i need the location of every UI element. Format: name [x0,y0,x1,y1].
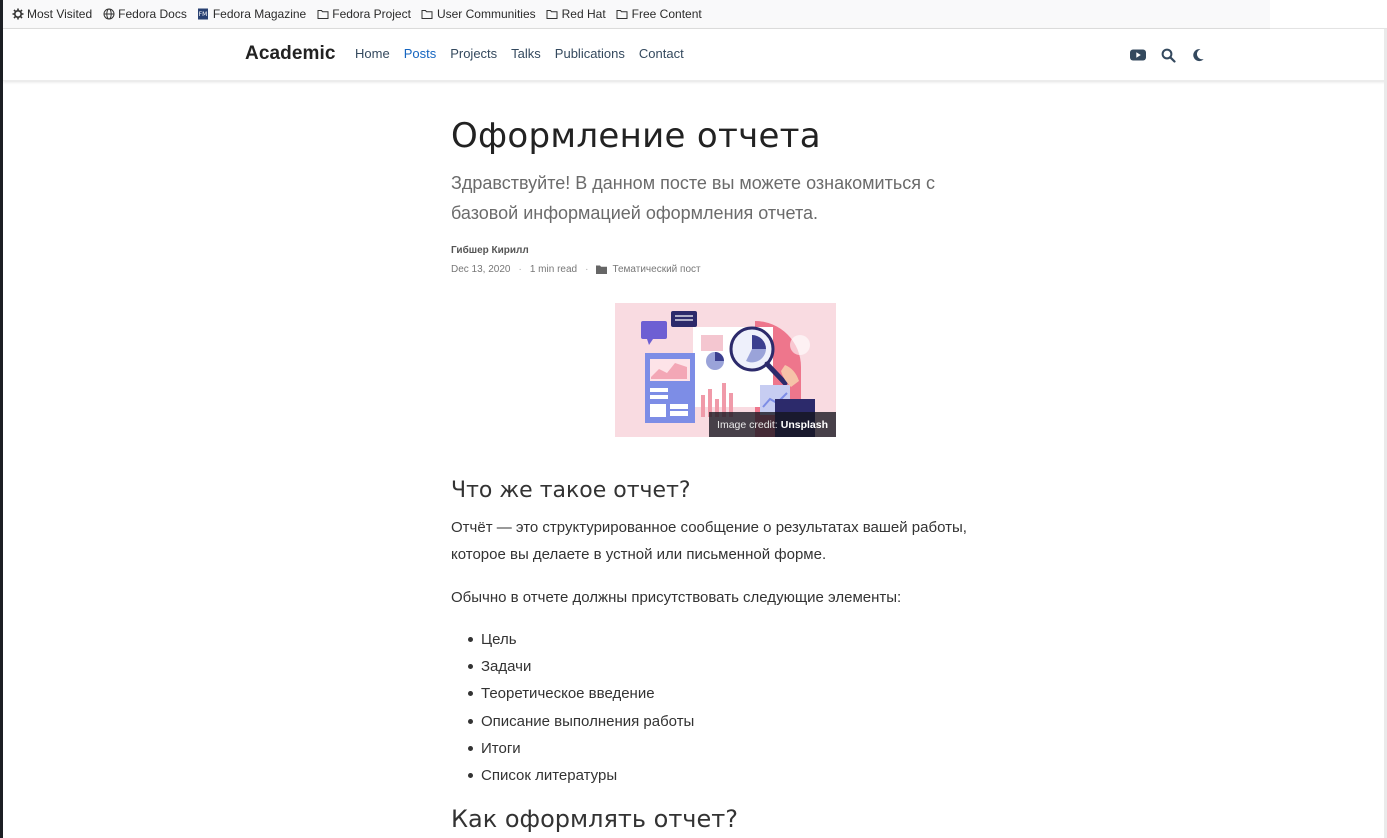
bookmark-folder-red-hat[interactable]: Red Hat [546,7,606,21]
bookmarks-toolbar: Most Visited Fedora Docs FM Fedora Magaz… [3,0,1270,29]
list-item: Задачи [466,653,694,680]
bookmark-most-visited[interactable]: Most Visited [11,7,92,21]
gear-icon [11,8,24,21]
article-category-link[interactable]: Тематический пост [612,264,700,275]
folder-icon [316,8,329,21]
section-heading-what-is-report: Что же такое отчет? [451,478,691,503]
page-title: Оформление отчета [451,116,821,156]
paragraph-elements-intro: Обычно в отчете должны присутствовать сл… [451,589,902,606]
svg-text:FM: FM [199,11,208,18]
bookmark-fedora-magazine[interactable]: FM Fedora Magazine [197,7,306,21]
fedora-magazine-icon: FM [197,8,210,21]
site-brand[interactable]: Academic [245,43,336,65]
list-item: Цель [466,626,694,653]
bookmark-label: Most Visited [27,7,93,21]
bookmark-label: User Communities [436,7,536,21]
nav-home-link[interactable]: Home [355,46,390,61]
bookmark-folder-free-content[interactable]: Free Content [616,7,702,21]
nav-projects-link[interactable]: Projects [450,46,497,61]
bookmark-label: Fedora Docs [118,7,187,21]
youtube-icon[interactable] [1129,46,1147,64]
list-item: Итоги [466,735,694,762]
nav-contact-link[interactable]: Contact [639,46,684,61]
search-icon[interactable] [1159,46,1177,64]
globe-icon [102,8,115,21]
nav-menu: Home Posts Projects Talks Publications C… [355,46,698,61]
meta-separator: · [518,264,522,275]
report-elements-list: Цель Задачи Теоретическое введение Описа… [466,626,694,789]
article-meta: Dec 13, 2020 · 1 min read · Тематический… [451,264,701,275]
featured-image: Image credit: Unsplash [615,303,836,437]
image-credit-prefix: Image credit: [717,418,778,431]
nav-posts-link[interactable]: Posts [404,46,437,61]
article-author[interactable]: Гибшер Кирилл [451,245,529,256]
section-heading-how-to-format: Как оформлять отчет? [451,805,738,833]
meta-separator: · [585,264,589,275]
folder-icon [596,265,608,275]
bookmark-label: Free Content [631,7,702,21]
nav-icon-group [1129,46,1219,64]
list-item: Теоретическое введение [466,680,694,707]
paragraph-definition: Отчёт — это структурированное сообщение … [451,519,967,563]
bookmark-fedora-docs[interactable]: Fedora Docs [102,7,187,21]
list-item: Список литературы [466,762,694,789]
bookmark-folder-user-communities[interactable]: User Communities [421,7,536,21]
bookmark-folder-fedora-project[interactable]: Fedora Project [316,7,411,21]
window-edge [0,0,3,838]
bookmark-label: Red Hat [561,7,606,21]
folder-icon [546,8,559,21]
article-date: Dec 13, 2020 [451,264,511,275]
moon-icon[interactable] [1189,46,1207,64]
bookmark-label: Fedora Project [332,7,411,21]
site-navbar: Academic Home Posts Projects Talks Publi… [3,29,1387,81]
article-read-time: 1 min read [529,264,578,275]
folder-icon [616,8,629,21]
folder-icon [421,8,434,21]
image-credit-link[interactable]: Unsplash [781,419,828,431]
article-summary: Здравствуйте! В данном посте вы можете о… [451,173,935,223]
image-credit: Image credit: Unsplash [709,412,836,437]
bookmark-label: Fedora Magazine [212,7,307,21]
nav-talks-link[interactable]: Talks [511,46,541,61]
list-item: Описание выполнения работы [466,708,694,735]
nav-publications-link[interactable]: Publications [555,46,625,61]
toolbar-empty-area [1270,0,1387,29]
